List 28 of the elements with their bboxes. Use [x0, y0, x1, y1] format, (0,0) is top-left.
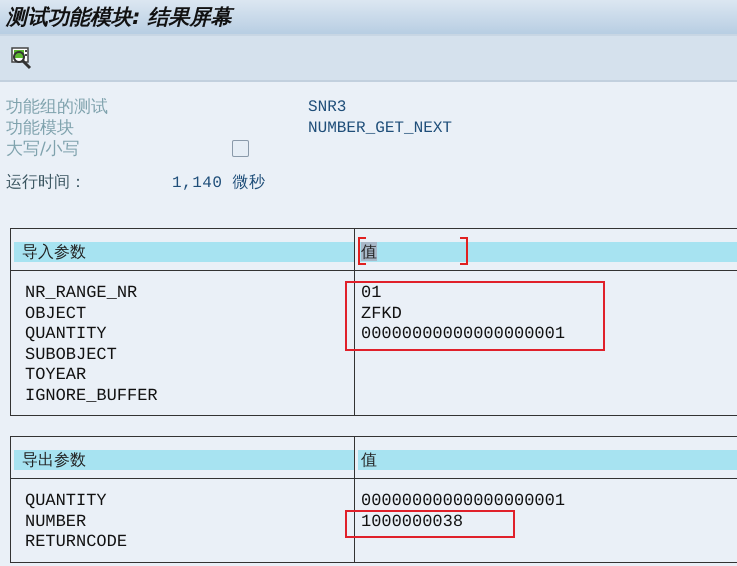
field-value: SNR3 [308, 98, 346, 116]
field-value: NUMBER_GET_NEXT [308, 118, 452, 136]
parameter-name: QUANTITY [25, 492, 107, 511]
field-label: 功能模块 [6, 117, 75, 139]
parameter-name: OBJECT [25, 304, 86, 324]
runtime-label: 运行时间： [6, 172, 87, 192]
parameter-value: 1000000038 [361, 512, 464, 532]
column-header: 值 [358, 242, 737, 262]
parameter-name: NR_RANGE_NR [25, 284, 138, 303]
column-header: 导出参数 [14, 450, 354, 470]
parameter-name: IGNORE_BUFFER [25, 386, 158, 406]
column-header: 导入参数 [14, 242, 354, 262]
parameter-value: 01 [361, 284, 382, 303]
parameter-value: 00000000000000000001 [361, 325, 566, 344]
parameter-name: SUBOBJECT [25, 346, 117, 364]
parameter-name: RETURNCODE [25, 533, 128, 552]
field-label: 功能组的测试 [6, 96, 109, 118]
parameter-name: NUMBER [25, 512, 86, 532]
parameter-name: TOYEAR [25, 366, 86, 385]
parameter-name: QUANTITY [25, 325, 107, 344]
window-title: 测试功能模块: 结果屏幕 [6, 3, 232, 31]
monitor-search-icon [10, 46, 34, 70]
runtime-value: 1,140 微秒 [172, 172, 266, 192]
parameter-value: 00000000000000000001 [361, 492, 566, 511]
field-label: 大写/小写 [6, 138, 81, 160]
column-header: 值 [358, 450, 737, 470]
parameter-value: ZFKD [361, 304, 402, 324]
checkbox[interactable] [232, 140, 249, 157]
